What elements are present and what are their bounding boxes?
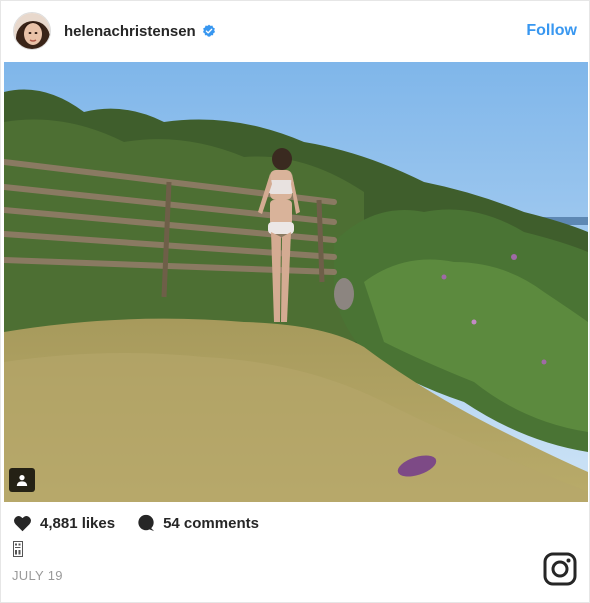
heart-icon (14, 515, 31, 531)
user-tag-icon (16, 475, 28, 486)
likes-stat[interactable]: 4,881 likes (13, 515, 115, 532)
post-photo[interactable] (4, 62, 588, 502)
post-date: JULY 19 (12, 568, 63, 583)
follow-button[interactable]: Follow (526, 22, 577, 40)
username-link[interactable]: helenachristensen (64, 23, 196, 40)
comments-stat[interactable]: 54 comments (137, 514, 259, 532)
engagement-stats: 4,881 likes 54 comments (13, 514, 259, 532)
user-tag-badge[interactable] (9, 468, 35, 492)
comment-bubble-icon (138, 514, 155, 532)
alt-text-icon (13, 541, 23, 557)
comments-count: 54 comments (163, 514, 259, 532)
verified-badge-icon (202, 24, 215, 37)
likes-count: 4,881 likes (40, 514, 116, 532)
avatar[interactable] (13, 12, 51, 50)
post-header: helenachristensen Follow (1, 1, 590, 61)
instagram-icon[interactable] (543, 552, 577, 586)
instagram-embed-card: helenachristensen Follow 4,881 likes 54 … (0, 0, 590, 603)
username-group: helenachristensen (64, 23, 216, 40)
